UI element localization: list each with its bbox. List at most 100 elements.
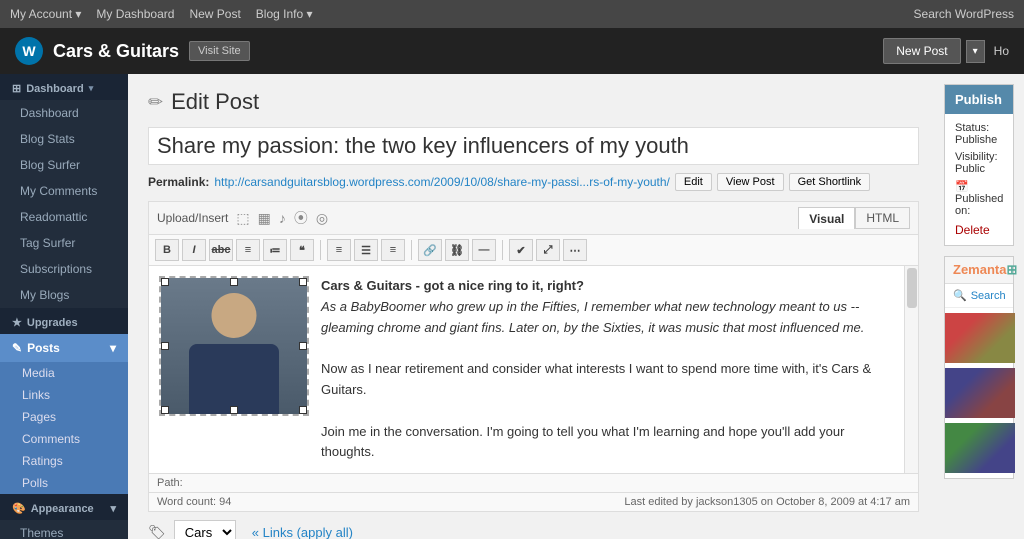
html-tab[interactable]: HTML [855, 207, 910, 229]
admin-bar: My Account ▾ My Dashboard New Post Blog … [0, 0, 1024, 28]
visit-site-button[interactable]: Visit Site [189, 41, 250, 61]
path-label: Path: [157, 477, 183, 489]
dashboard-arrow-icon: ▾ [89, 83, 94, 94]
upload-video-icon[interactable]: ▦ [258, 210, 271, 227]
sidebar-item-polls[interactable]: Polls [0, 472, 128, 494]
ol-button[interactable]: ≔ [263, 239, 287, 261]
sidebar-posts-header[interactable]: ✎ Posts ▾ [0, 334, 128, 362]
sidebar-item-blog-surfer[interactable]: Blog Surfer [0, 152, 128, 178]
sidebar-item-themes[interactable]: Themes [0, 520, 128, 539]
permalink-url[interactable]: http://carsandguitarsblog.wordpress.com/… [214, 175, 670, 189]
resize-handle-bm[interactable] [230, 406, 238, 414]
editor-paragraph-1: Now as I near retirement and consider wh… [321, 359, 894, 401]
sidebar-item-tag-surfer[interactable]: Tag Surfer [0, 230, 128, 256]
sidebar-dashboard-header[interactable]: ⊞ Dashboard ▾ [0, 74, 128, 100]
get-shortlink-button[interactable]: Get Shortlink [789, 173, 871, 191]
unlink-button[interactable]: ⛓ [445, 239, 469, 261]
person-body [189, 344, 279, 414]
resize-handle-bl[interactable] [161, 406, 169, 414]
resize-handle-br[interactable] [299, 406, 307, 414]
blog-info-link[interactable]: Blog Info ▾ [256, 7, 313, 21]
insert-button[interactable]: — [472, 239, 496, 261]
category-select[interactable]: Cars [174, 520, 236, 539]
resize-handle-ml[interactable] [161, 342, 169, 350]
resize-handle-tr[interactable] [299, 278, 307, 286]
resize-handle-tl[interactable] [161, 278, 169, 286]
align-right-button[interactable]: ≡ [381, 239, 405, 261]
resize-handle-mr[interactable] [299, 342, 307, 350]
upload-audio-icon[interactable]: ♪ [279, 210, 286, 226]
visibility-value: Public [955, 163, 985, 175]
zemanta-image-2[interactable] [945, 368, 1015, 418]
editor-italic-text: As a BabyBoomer who grew up in the Fifti… [321, 299, 864, 335]
sidebar-item-my-blogs[interactable]: My Blogs [0, 282, 128, 308]
sidebar-item-links[interactable]: Links [0, 384, 128, 406]
scrollbar-thumb[interactable] [907, 268, 917, 308]
new-post-button[interactable]: New Post [883, 38, 960, 64]
dashboard-icon: ⊞ [12, 82, 21, 95]
zemanta-search-area: 🔍 Search [945, 284, 1013, 308]
align-center-button[interactable]: ☰ [354, 239, 378, 261]
links-apply-link[interactable]: « Links (apply all) [252, 525, 353, 539]
align-left-button[interactable]: ≡ [327, 239, 351, 261]
main-content: ✏ Edit Post Permalink: http://carsandgui… [128, 74, 934, 539]
editor-content[interactable]: Cars & Guitars - got a nice ring to it, … [149, 266, 904, 473]
sidebar-item-pages[interactable]: Pages [0, 406, 128, 428]
edit-post-page-title: Edit Post [171, 89, 259, 115]
spell-check-button[interactable]: ✔ [509, 239, 533, 261]
upload-more-icon[interactable]: ◎ [316, 210, 328, 227]
format-separator-2 [411, 240, 412, 260]
sidebar-item-blog-stats[interactable]: Blog Stats [0, 126, 128, 152]
sidebar-appearance-header[interactable]: 🎨 Appearance ▾ [0, 494, 128, 520]
strikethrough-button[interactable]: abc [209, 239, 233, 261]
new-post-dropdown[interactable]: ▾ [966, 40, 985, 63]
more-tools-button[interactable]: ⋯ [563, 239, 587, 261]
new-post-link[interactable]: New Post [189, 7, 240, 21]
ul-button[interactable]: ≡ [236, 239, 260, 261]
edit-post-header: ✏ Edit Post [148, 89, 919, 115]
right-sidebar: Publish Status: Publishe Visibility: Pub… [934, 74, 1024, 539]
upload-insert-area: Upload/Insert ⬚ ▦ ♪ ⦿ ◎ [157, 208, 328, 228]
editor-text-content: Cars & Guitars - got a nice ring to it, … [321, 276, 894, 463]
upload-image-icon[interactable]: ⬚ [236, 210, 249, 227]
editor-path-bar: Path: [149, 473, 918, 492]
italic-button[interactable]: I [182, 239, 206, 261]
zemanta-search-link[interactable]: Search [971, 290, 1006, 302]
zemanta-image-3[interactable] [945, 423, 1015, 473]
editor-image-wrapper[interactable] [159, 276, 309, 416]
sidebar-item-dashboard[interactable]: Dashboard [0, 100, 128, 126]
published-on-field: 📅 Published on: [955, 180, 1003, 217]
editor-footer: Word count: 94 Last edited by jackson130… [149, 492, 918, 511]
status-label: Status: [955, 122, 989, 134]
my-account-link[interactable]: My Account ▾ [10, 7, 81, 21]
sidebar-item-media[interactable]: Media [0, 362, 128, 384]
sidebar-item-ratings[interactable]: Ratings [0, 450, 128, 472]
editor-scrollbar[interactable] [904, 266, 918, 473]
word-count-label: Word count: 94 [157, 496, 231, 508]
visual-tab[interactable]: Visual [798, 207, 855, 229]
sidebar-item-subscriptions[interactable]: Subscriptions [0, 256, 128, 282]
publish-box-header: Publish [945, 85, 1013, 114]
sidebar-item-readomattic[interactable]: Readomattic [0, 204, 128, 230]
blockquote-button[interactable]: ❝ [290, 239, 314, 261]
bold-button[interactable]: B [155, 239, 179, 261]
edit-permalink-button[interactable]: Edit [675, 173, 712, 191]
my-dashboard-link[interactable]: My Dashboard [96, 7, 174, 21]
format-separator-3 [502, 240, 503, 260]
post-title-input[interactable] [148, 127, 919, 165]
link-button[interactable]: 🔗 [418, 239, 442, 261]
view-post-button[interactable]: View Post [717, 173, 784, 191]
sidebar-item-comments[interactable]: Comments [0, 428, 128, 450]
person-head [212, 293, 257, 338]
zemanta-header: Zemanta⊞ [945, 257, 1013, 284]
upload-media-icon[interactable]: ⦿ [294, 208, 308, 228]
person-image [161, 278, 307, 414]
zemanta-logo-icon: ⊞ [1006, 262, 1017, 277]
delete-link[interactable]: Delete [955, 223, 1003, 237]
search-wp-label: Search WordPress [914, 7, 1014, 21]
fullscreen-button[interactable]: ⤢ [536, 239, 560, 261]
sidebar-upgrades-header[interactable]: ★ Upgrades [0, 308, 128, 334]
zemanta-image-1[interactable] [945, 313, 1015, 363]
sidebar-item-my-comments[interactable]: My Comments [0, 178, 128, 204]
resize-handle-tm[interactable] [230, 278, 238, 286]
